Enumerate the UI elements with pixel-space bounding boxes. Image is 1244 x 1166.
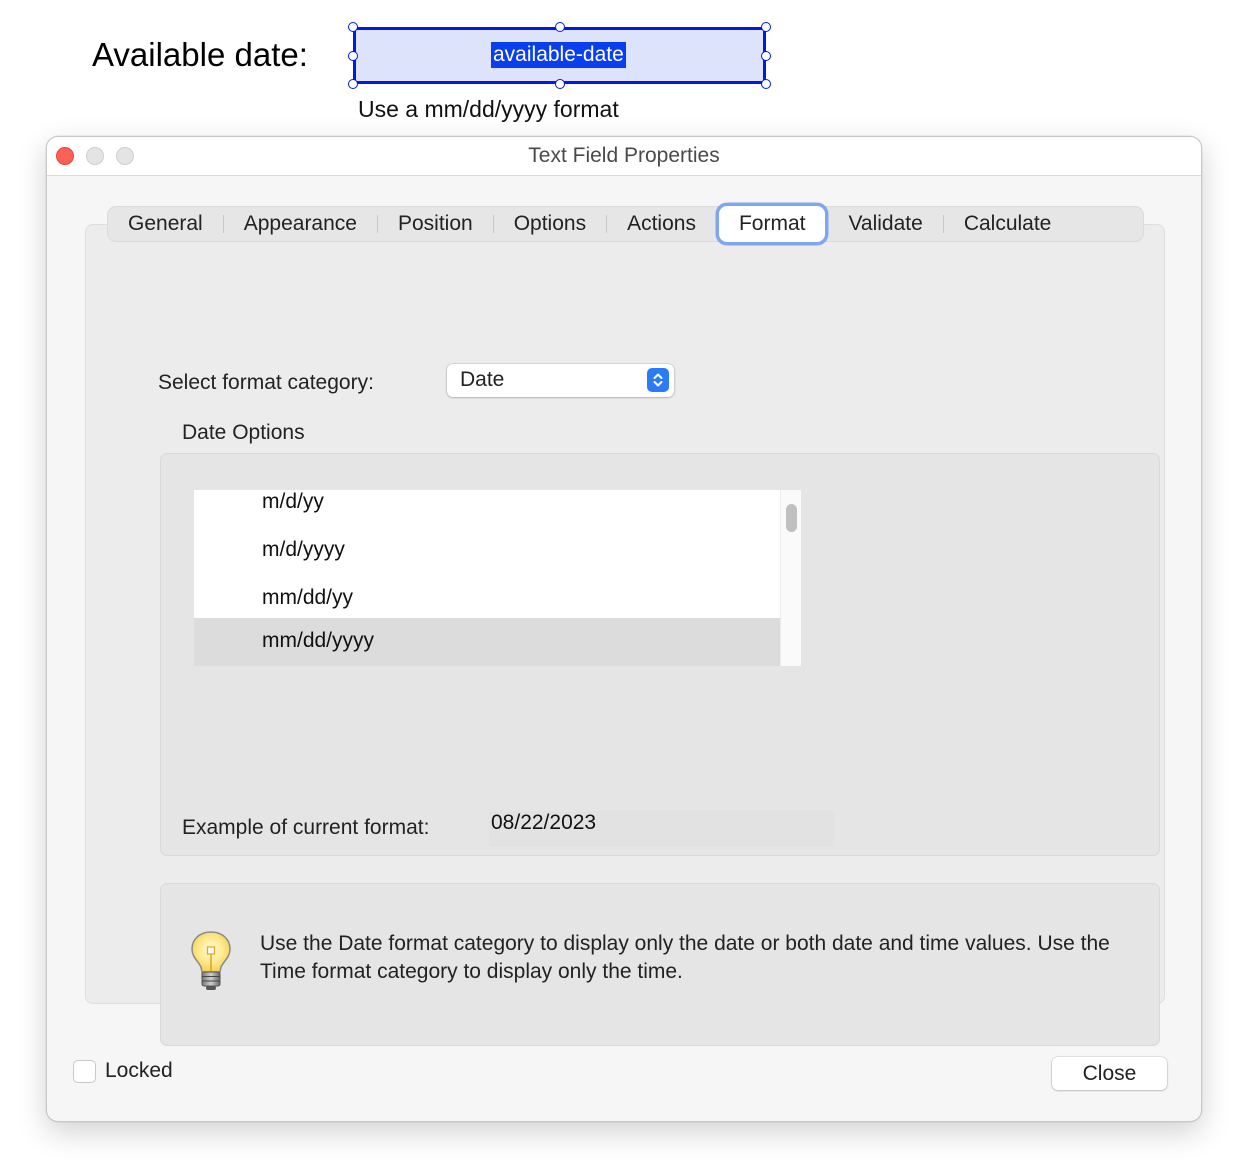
resize-handle-top-left[interactable] bbox=[348, 22, 358, 32]
tab-validate[interactable]: Validate bbox=[828, 207, 942, 241]
example-format-value: 08/22/2023 bbox=[491, 811, 597, 834]
format-tab-panel: Select format category: Date Date Option… bbox=[85, 224, 1165, 1046]
list-item-label: mm/dd/yy bbox=[262, 586, 354, 609]
lightbulb-icon bbox=[189, 930, 233, 997]
list-item[interactable]: m/d/yyyy bbox=[194, 527, 781, 575]
tab-general[interactable]: General bbox=[108, 207, 223, 241]
scrollbar-thumb[interactable] bbox=[786, 504, 797, 532]
date-options-group: m/d/yy m/d/yyyy mm/dd/yy mm/dd/yyyy Exam… bbox=[160, 453, 1160, 856]
chevron-up-down-icon bbox=[647, 368, 669, 392]
list-scrollbar[interactable] bbox=[780, 490, 801, 666]
tab-calculate[interactable]: Calculate bbox=[944, 207, 1072, 241]
text-field-properties-dialog: Text Field Properties Select format cate… bbox=[46, 136, 1202, 1122]
list-item-label: mm/dd/yyyy bbox=[262, 629, 375, 652]
tab-appearance[interactable]: Appearance bbox=[224, 207, 377, 241]
date-options-label: Date Options bbox=[182, 421, 305, 444]
tab-label: Appearance bbox=[243, 212, 357, 235]
resize-handle-bottom-left[interactable] bbox=[348, 79, 358, 89]
close-button[interactable]: Close bbox=[1052, 1057, 1167, 1090]
list-item[interactable]: mm/dd/yy bbox=[194, 575, 781, 623]
locked-checkbox[interactable] bbox=[73, 1060, 96, 1083]
example-format-box: 08/22/2023 bbox=[489, 811, 834, 847]
field-name-text: available-date bbox=[491, 42, 626, 68]
example-format-label: Example of current format: bbox=[182, 816, 430, 839]
tab-label: Actions bbox=[627, 212, 696, 235]
tab-label: Calculate bbox=[963, 212, 1052, 235]
list-item[interactable]: m/d/yy bbox=[194, 490, 781, 527]
tab-bar: General Appearance Position Options Acti… bbox=[107, 206, 1144, 242]
format-category-select[interactable]: Date bbox=[447, 364, 674, 397]
resize-handle-middle-left[interactable] bbox=[348, 51, 358, 61]
field-label: Available date: bbox=[92, 36, 308, 73]
format-category-label: Select format category: bbox=[158, 371, 374, 394]
list-item-selected[interactable]: mm/dd/yyyy bbox=[194, 618, 781, 666]
tab-label: General bbox=[128, 212, 203, 235]
list-item-label: m/d/yyyy bbox=[262, 538, 345, 561]
tab-format[interactable]: Format bbox=[718, 206, 826, 242]
available-date-form-field[interactable]: available-date bbox=[353, 27, 766, 84]
tab-label: Options bbox=[513, 212, 587, 235]
tip-text: Use the Date format category to display … bbox=[260, 932, 1110, 983]
resize-handle-bottom-middle[interactable] bbox=[555, 79, 565, 89]
tab-label: Format bbox=[738, 212, 806, 235]
tab-label: Position bbox=[397, 212, 473, 235]
resize-handle-top-middle[interactable] bbox=[555, 22, 565, 32]
tip-box: Use the Date format category to display … bbox=[160, 883, 1160, 1046]
list-item-label: m/d/yy bbox=[262, 490, 324, 513]
format-hint-text: Use a mm/dd/yyyy format bbox=[358, 96, 619, 122]
title-bar[interactable]: Text Field Properties bbox=[47, 137, 1201, 176]
tab-position[interactable]: Position bbox=[378, 207, 493, 241]
tab-options[interactable]: Options bbox=[494, 207, 606, 241]
tab-actions[interactable]: Actions bbox=[607, 207, 716, 241]
locked-label[interactable]: Locked bbox=[105, 1059, 173, 1083]
date-format-list[interactable]: m/d/yy m/d/yyyy mm/dd/yy mm/dd/yyyy bbox=[194, 490, 781, 666]
window-title: Text Field Properties bbox=[528, 144, 720, 167]
format-category-value: Date bbox=[460, 368, 505, 391]
resize-handle-middle-right[interactable] bbox=[761, 51, 771, 61]
tab-label: Validate bbox=[848, 212, 923, 235]
resize-handle-bottom-right[interactable] bbox=[761, 79, 771, 89]
resize-handle-top-right[interactable] bbox=[761, 22, 771, 32]
